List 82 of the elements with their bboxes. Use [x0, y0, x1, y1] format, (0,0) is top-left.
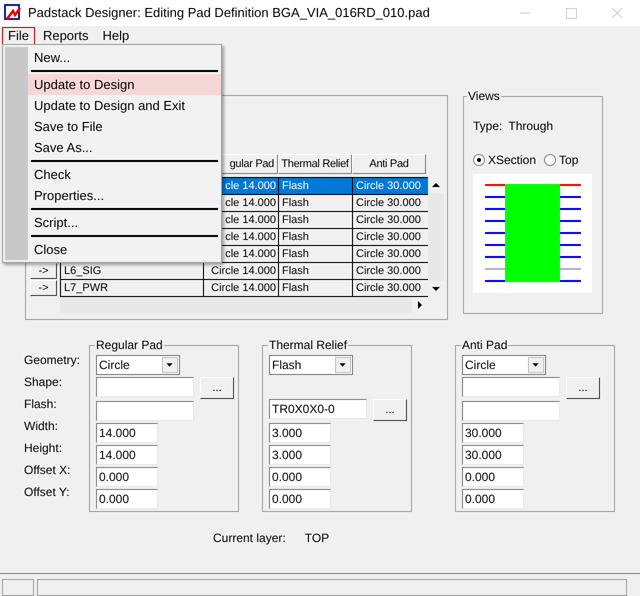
text-field[interactable] — [96, 401, 194, 421]
table-row[interactable]: L7_PWR Circle 14.000 Flash Circle 30.000 — [61, 280, 428, 297]
type-value: Through — [508, 118, 554, 135]
field-label: Flash: — [24, 396, 58, 413]
field-label: Height: — [24, 440, 64, 457]
menu-item[interactable]: New... — [28, 47, 221, 68]
menu-item[interactable]: Update to Design and Exit — [28, 95, 221, 116]
table-cell: Flash — [282, 265, 309, 277]
table-cell: Circle 30.000 — [356, 231, 421, 243]
offset-x-field[interactable]: 0.000 — [462, 467, 524, 487]
window-title: Padstack Designer: Editing Pad Definition BGA_VIA_016RD_010.pad — [28, 4, 430, 22]
text-field[interactable] — [462, 377, 560, 397]
geometry-dropdown[interactable]: Circle — [96, 355, 180, 375]
type-label: Type: — [473, 118, 502, 135]
height-field[interactable]: 30.000 — [462, 445, 524, 465]
table-cell: Flash — [282, 282, 309, 294]
offset-x-field[interactable]: 0.000 — [96, 467, 158, 487]
menu-item[interactable]: Help — [96, 27, 136, 45]
status-pane — [2, 579, 34, 596]
table-cell: cle 14.000 — [225, 231, 276, 243]
table-cell: cle 14.000 — [225, 180, 276, 192]
table-cell: cle 14.000 — [225, 248, 276, 260]
height-field[interactable]: 3.000 — [269, 445, 331, 465]
table-cell: Circle 30.000 — [356, 248, 421, 260]
width-field[interactable]: 14.000 — [96, 423, 158, 443]
geometry-dropdown[interactable]: Circle — [462, 355, 546, 375]
view-radio[interactable]: Top — [544, 151, 578, 169]
layer-button[interactable]: -> — [30, 262, 57, 278]
text-field[interactable]: TR0X0X0-0 — [269, 399, 367, 419]
text-field[interactable] — [462, 401, 560, 421]
column-header[interactable]: Thermal Relief — [278, 154, 352, 174]
table-cell: Circle 30.000 — [356, 197, 421, 209]
text-field[interactable] — [96, 377, 194, 397]
table-cell: cle 14.000 — [225, 214, 276, 226]
browse-button[interactable]: ... — [566, 377, 600, 399]
field-label: Offset X: — [24, 462, 72, 479]
table-cell: Flash — [282, 248, 309, 260]
field-label: Width: — [24, 418, 60, 435]
field-label: Geometry: — [24, 352, 82, 369]
horizontal-scrollbar[interactable] — [60, 297, 428, 313]
table-row[interactable]: L6_SIG Circle 14.000 Flash Circle 30.000 — [61, 263, 428, 280]
app-icon — [4, 4, 22, 22]
offset-y-field[interactable]: 0.000 — [96, 489, 158, 509]
table-cell: Circle 30.000 — [356, 180, 421, 192]
table-cell: Flash — [282, 197, 309, 209]
current-layer-label: Current layer: — [213, 530, 286, 547]
group-title: Regular Pad — [95, 339, 164, 352]
column-header[interactable]: Anti Pad — [352, 154, 426, 174]
table-cell: Circle 30.000 — [356, 282, 421, 294]
layer-button[interactable]: -> — [30, 280, 57, 296]
browse-button[interactable]: ... — [373, 399, 407, 421]
table-cell: L6_SIG — [64, 265, 102, 277]
table-cell: Circle 30.000 — [356, 265, 421, 277]
table-cell: Circle 30.000 — [356, 214, 421, 226]
width-field[interactable]: 3.000 — [269, 423, 331, 443]
table-cell: Flash — [282, 231, 309, 243]
radio-icon[interactable] — [544, 154, 556, 166]
group-title: Views — [467, 88, 501, 105]
menu-item[interactable]: Save to File — [28, 116, 221, 137]
table-cell: Circle 14.000 — [211, 282, 276, 294]
group-title: Anti Pad — [461, 339, 508, 352]
offset-x-field[interactable]: 0.000 — [269, 467, 331, 487]
offset-y-field[interactable]: 0.000 — [269, 489, 331, 509]
current-layer-value: TOP — [304, 530, 330, 547]
table-cell: Flash — [282, 214, 309, 226]
offset-y-field[interactable]: 0.000 — [462, 489, 524, 509]
geometry-dropdown[interactable]: Flash — [269, 355, 353, 375]
field-label: Offset Y: — [24, 484, 71, 501]
group-title: Thermal Relief — [268, 339, 348, 352]
field-label: Shape: — [24, 374, 64, 391]
menu-item[interactable]: Reports — [36, 27, 94, 45]
table-cell: cle 14.000 — [225, 197, 276, 209]
width-field[interactable]: 30.000 — [462, 423, 524, 443]
view-radio[interactable]: XSection — [473, 151, 536, 169]
scroll-up-icon[interactable] — [428, 177, 444, 193]
table-cell: L7_PWR — [64, 282, 108, 294]
table-cell: Flash — [282, 180, 309, 192]
menu-item[interactable]: Update to Design — [28, 74, 221, 95]
browse-button[interactable]: ... — [200, 377, 234, 399]
table-cell: Circle 14.000 — [211, 265, 276, 277]
height-field[interactable]: 14.000 — [96, 445, 158, 465]
radio-icon[interactable] — [473, 154, 485, 166]
